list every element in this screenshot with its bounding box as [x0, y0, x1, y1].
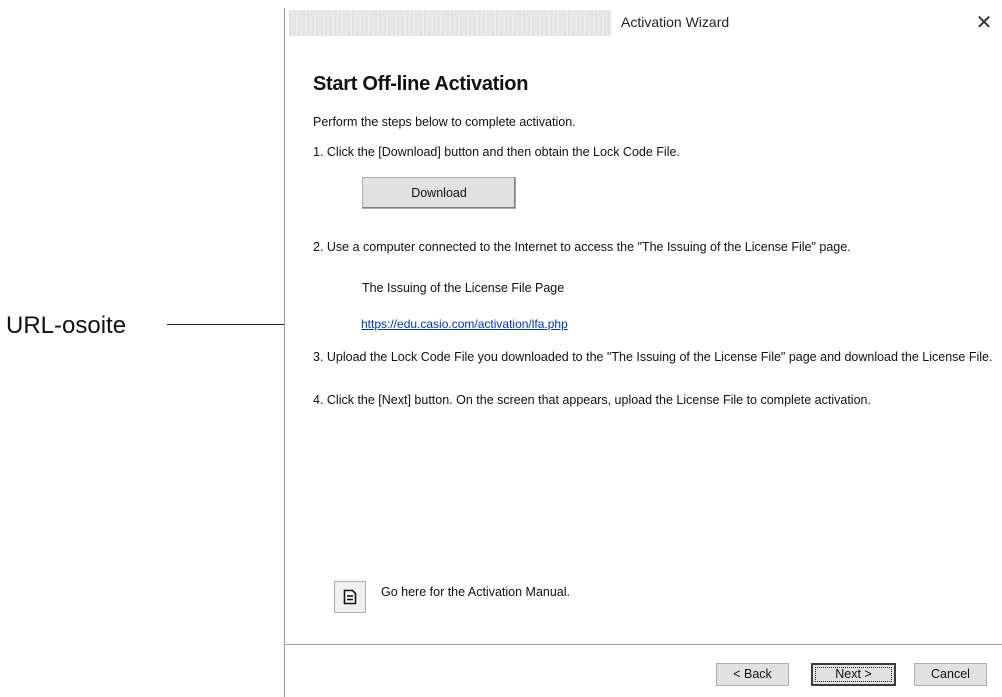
- activation-wizard-window: Activation Wizard ✕ Start Off-line Activ…: [284, 8, 1002, 697]
- focus-ring: [815, 667, 892, 682]
- step-3-text: 3. Upload the Lock Code File you downloa…: [313, 350, 993, 364]
- page-title: Start Off-line Activation: [313, 73, 529, 95]
- download-button[interactable]: Download: [362, 177, 516, 209]
- license-page-label: The Issuing of the License File Page: [362, 281, 565, 295]
- next-button[interactable]: Next >: [811, 663, 896, 686]
- cancel-button[interactable]: Cancel: [914, 663, 987, 686]
- window-title: Activation Wizard: [621, 14, 730, 30]
- document-icon: [343, 589, 357, 605]
- step-4-text: 4. Click the [Next] button. On the scree…: [313, 393, 871, 407]
- activation-url-link[interactable]: https://edu.casio.com/activation/lfa.php: [361, 317, 568, 331]
- step-1-text: 1. Click the [Download] button and then …: [313, 145, 680, 159]
- step-2-text: 2. Use a computer connected to the Inter…: [313, 240, 851, 254]
- activation-manual-button[interactable]: [334, 581, 366, 613]
- manual-link-text: Go here for the Activation Manual.: [381, 585, 570, 599]
- blurred-title-region: [289, 10, 611, 36]
- title-bar: Activation Wizard ✕: [285, 8, 1002, 38]
- footer-separator: [285, 644, 1002, 646]
- annotation-label: URL-osoite: [6, 312, 127, 339]
- intro-text: Perform the steps below to complete acti…: [313, 115, 576, 129]
- close-icon[interactable]: ✕: [971, 10, 997, 36]
- back-button[interactable]: < Back: [716, 663, 789, 686]
